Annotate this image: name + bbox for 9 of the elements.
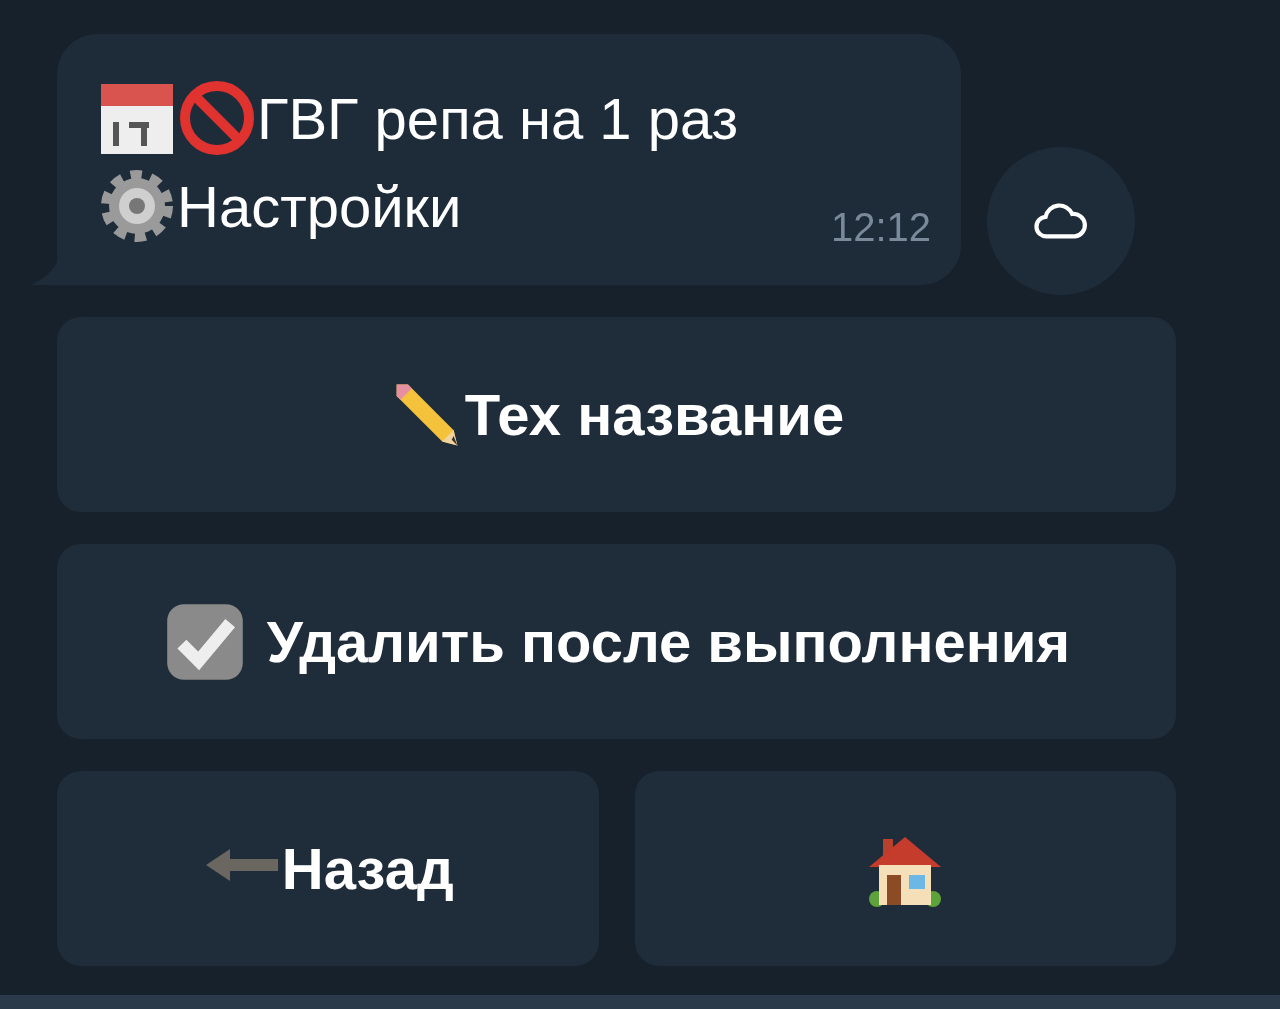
keyboard-button[interactable]: Тех название xyxy=(57,317,1176,512)
message-text: ГВГ репа на 1 раз xyxy=(257,84,739,152)
message-text: Настройки xyxy=(177,172,462,240)
keyboard-button[interactable]: Назад xyxy=(57,771,599,966)
prohibited-icon xyxy=(177,78,257,158)
keyboard-button[interactable]: Удалить после выполнения xyxy=(57,544,1176,739)
cloud-icon xyxy=(1033,200,1089,242)
message-time: 12:12 xyxy=(830,205,931,250)
keyboard-button[interactable] xyxy=(634,771,1176,966)
